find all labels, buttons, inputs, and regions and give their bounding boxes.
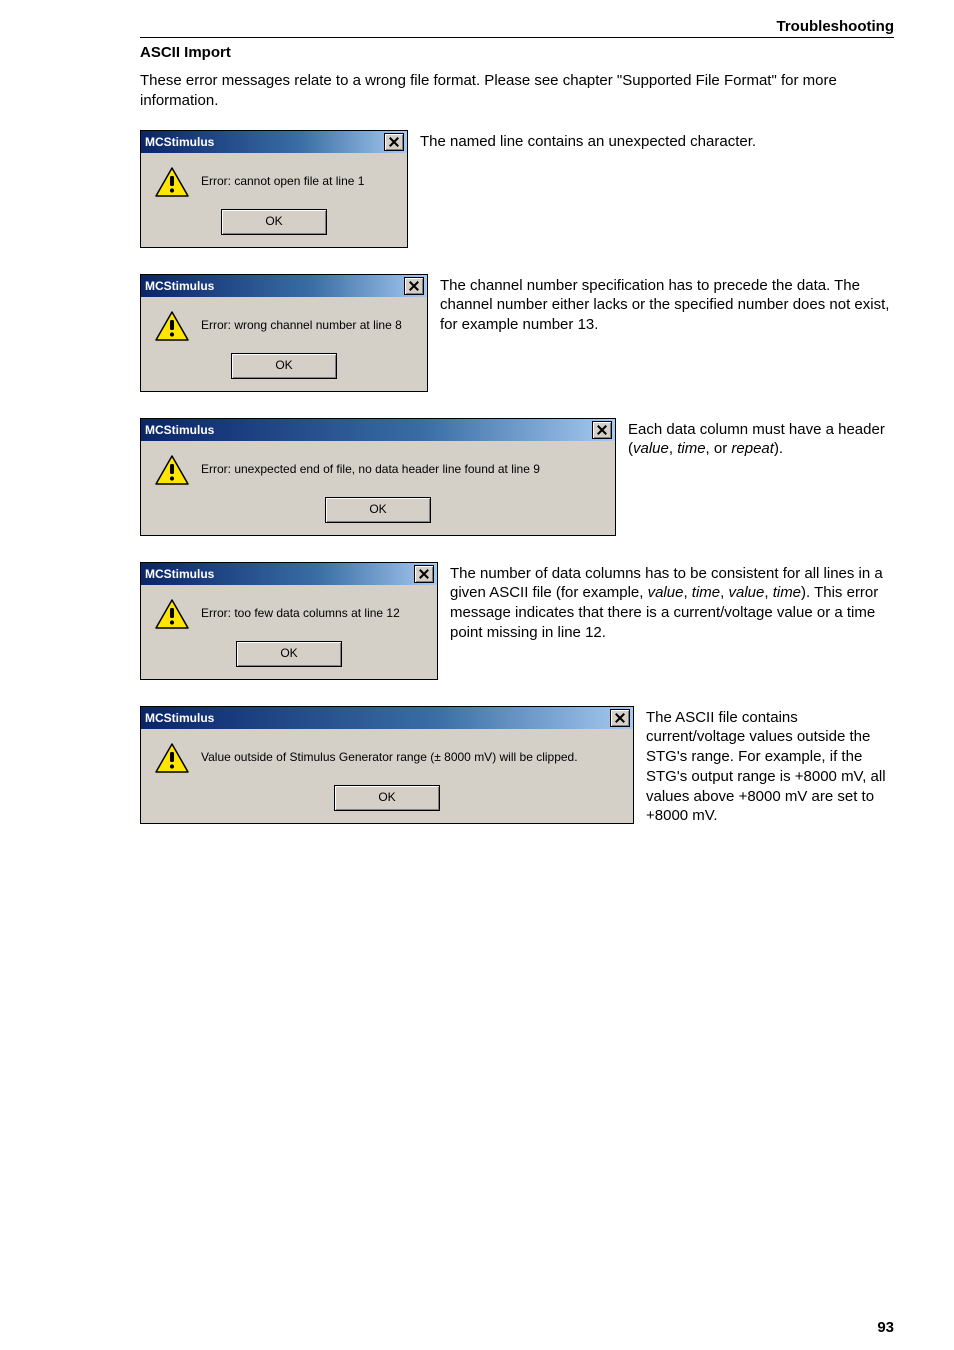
ok-button[interactable]: OK (325, 497, 431, 523)
explanation-5: The ASCII file contains current/voltage … (646, 706, 894, 827)
intro-paragraph: These error messages relate to a wrong f… (140, 71, 894, 112)
warning-icon (155, 743, 189, 773)
dialog-titlebar: MCStimulus (141, 131, 407, 153)
warning-icon (155, 455, 189, 485)
dialog-title: MCStimulus (145, 711, 214, 725)
error-row-4: MCStimulus Error: too few data columns a… (140, 562, 894, 680)
close-icon (389, 137, 399, 147)
warning-icon (155, 599, 189, 629)
dialog-message: Error: unexpected end of file, no data h… (201, 462, 540, 476)
dialog-no-data-header: MCStimulus Error: unexpected end of file… (140, 418, 616, 536)
dialog-message: Error: too few data columns at line 12 (201, 606, 400, 620)
warning-icon (155, 167, 189, 197)
subheading-ascii-import: ASCII Import (140, 44, 894, 61)
close-button[interactable] (592, 421, 612, 439)
dialog-titlebar: MCStimulus (141, 707, 633, 729)
dialog-wrong-channel: MCStimulus Error: wrong channel number a… (140, 274, 428, 392)
dialog-titlebar: MCStimulus (141, 275, 427, 297)
close-button[interactable] (414, 565, 434, 583)
explanation-2: The channel number specification has to … (440, 274, 894, 335)
close-button[interactable] (610, 709, 630, 727)
page-number: 93 (877, 1319, 894, 1336)
dialog-value-clipped: MCStimulus Value outside of Stimulus Gen… (140, 706, 634, 824)
explanation-1: The named line contains an unexpected ch… (420, 130, 894, 152)
explanation-4: The number of data columns has to be con… (450, 562, 894, 643)
dialog-title: MCStimulus (145, 423, 214, 437)
ok-button[interactable]: OK (231, 353, 337, 379)
error-row-1: MCStimulus Error: cannot open file at li… (140, 130, 894, 248)
close-icon (419, 569, 429, 579)
ok-button[interactable]: OK (221, 209, 327, 235)
dialog-too-few-columns: MCStimulus Error: too few data columns a… (140, 562, 438, 680)
dialog-message: Error: cannot open file at line 1 (201, 174, 364, 188)
page-header-section: Troubleshooting (140, 18, 894, 35)
ok-button[interactable]: OK (334, 785, 440, 811)
dialog-title: MCStimulus (145, 135, 214, 149)
header-divider (140, 37, 894, 38)
dialog-message: Error: wrong channel number at line 8 (201, 318, 402, 332)
close-icon (615, 713, 625, 723)
dialog-titlebar: MCStimulus (141, 563, 437, 585)
explanation-3: Each data column must have a header (val… (628, 418, 894, 460)
dialog-titlebar: MCStimulus (141, 419, 615, 441)
dialog-message: Value outside of Stimulus Generator rang… (201, 750, 578, 764)
warning-icon (155, 311, 189, 341)
error-row-2: MCStimulus Error: wrong channel number a… (140, 274, 894, 392)
dialog-title: MCStimulus (145, 279, 214, 293)
ok-button[interactable]: OK (236, 641, 342, 667)
close-button[interactable] (384, 133, 404, 151)
close-button[interactable] (404, 277, 424, 295)
dialog-title: MCStimulus (145, 567, 214, 581)
error-row-3: MCStimulus Error: unexpected end of file… (140, 418, 894, 536)
error-row-5: MCStimulus Value outside of Stimulus Gen… (140, 706, 894, 827)
close-icon (597, 425, 607, 435)
dialog-cannot-open-file: MCStimulus Error: cannot open file at li… (140, 130, 408, 248)
close-icon (409, 281, 419, 291)
